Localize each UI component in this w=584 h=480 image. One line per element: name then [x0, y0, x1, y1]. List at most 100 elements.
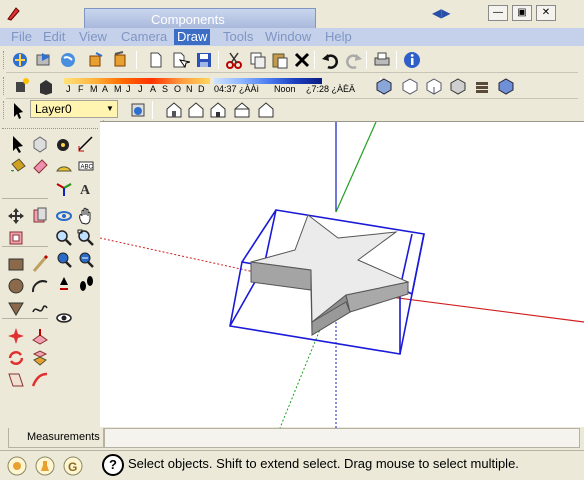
zoom-extents-icon[interactable]: [54, 250, 74, 270]
select-arrow-small-icon[interactable]: [8, 100, 28, 120]
components-panel-title[interactable]: Components: [84, 8, 316, 28]
3d-viewport[interactable]: [99, 121, 584, 429]
erase-icon[interactable]: [292, 50, 312, 70]
offset-icon[interactable]: [6, 228, 26, 248]
month-label: N: [186, 84, 193, 94]
month-label: O: [174, 84, 182, 94]
paint-bucket-icon[interactable]: [8, 156, 28, 176]
save-icon[interactable]: [194, 50, 214, 70]
line-tool-icon[interactable]: [30, 254, 50, 274]
window-nav-arrows[interactable]: ◀▶: [432, 6, 462, 22]
house-d-icon[interactable]: [256, 100, 276, 120]
push-pull-icon[interactable]: [30, 206, 50, 226]
model-canvas[interactable]: [99, 121, 584, 429]
iso-view-icon[interactable]: [374, 76, 394, 96]
look-around-icon[interactable]: [54, 308, 74, 328]
shadow-date-slider[interactable]: J F M A M J J A S O N D: [64, 78, 210, 98]
display-shadows-icon[interactable]: [36, 76, 56, 96]
geolocation-icon[interactable]: [6, 455, 28, 477]
menu-bar: File Edit View Camera Draw Tools Window …: [0, 28, 584, 46]
month-label: D: [198, 84, 205, 94]
undo-icon[interactable]: [320, 50, 340, 70]
menu-view[interactable]: View: [76, 29, 110, 45]
component-get-icon[interactable]: [86, 50, 106, 70]
help-icon[interactable]: ?: [102, 454, 124, 476]
menu-camera[interactable]: Camera: [118, 29, 170, 45]
walk-icon[interactable]: [76, 274, 96, 294]
follow-me-icon[interactable]: [30, 326, 50, 346]
orbit-icon[interactable]: [54, 206, 74, 226]
month-label: S: [162, 84, 169, 94]
star-extrusion[interactable]: [250, 214, 410, 336]
menu-help[interactable]: Help: [322, 29, 355, 45]
month-label: M: [90, 84, 98, 94]
panel-title-text: Components: [151, 12, 225, 27]
menu-file[interactable]: File: [8, 29, 35, 45]
previous-view-icon[interactable]: [76, 250, 96, 270]
position-camera-icon[interactable]: [54, 274, 74, 294]
layer-manager-icon[interactable]: [128, 100, 148, 120]
large-tool-set: ABC A: [0, 120, 104, 426]
circle-tool-icon[interactable]: [6, 276, 26, 296]
minimize-button[interactable]: —: [488, 5, 508, 21]
arc-tool-icon[interactable]: [30, 276, 50, 296]
menu-window[interactable]: Window: [262, 29, 314, 45]
component-share-icon[interactable]: [110, 50, 130, 70]
cut-icon[interactable]: [224, 50, 244, 70]
chevron-down-icon[interactable]: ▼: [104, 102, 116, 116]
3d-text-icon[interactable]: A: [76, 178, 96, 198]
share-model-icon[interactable]: [34, 50, 54, 70]
text-tool-icon[interactable]: ABC: [76, 156, 96, 176]
copy-icon[interactable]: [248, 50, 268, 70]
menu-tools[interactable]: Tools: [220, 29, 256, 45]
pan-hand-icon[interactable]: [76, 206, 96, 226]
right-view-icon[interactable]: [448, 76, 468, 96]
get-models-icon[interactable]: [10, 50, 30, 70]
layer-dropdown[interactable]: Layer0 ▼: [30, 100, 118, 118]
section-plane-icon[interactable]: [6, 370, 26, 390]
dimension-icon[interactable]: [76, 134, 96, 154]
front-view-icon[interactable]: [424, 76, 444, 96]
new-document-icon[interactable]: [146, 50, 166, 70]
model-info-icon[interactable]: [402, 50, 422, 70]
open-document-icon[interactable]: [170, 50, 190, 70]
menu-edit[interactable]: Edit: [40, 29, 68, 45]
warehouse-icon[interactable]: [164, 100, 184, 120]
move-tool-icon[interactable]: [6, 206, 26, 226]
svg-text:ABC: ABC: [81, 165, 94, 171]
account-icon[interactable]: G: [62, 455, 84, 477]
print-icon[interactable]: [372, 50, 392, 70]
house-c-icon[interactable]: [232, 100, 252, 120]
month-label: M: [114, 84, 122, 94]
axes-tool-icon[interactable]: [54, 178, 74, 198]
tape-measure-icon[interactable]: [54, 134, 74, 154]
zoom-icon[interactable]: [54, 228, 74, 248]
rotate-tool-icon[interactable]: [6, 326, 26, 346]
standard-toolbar: [0, 48, 584, 72]
shadow-settings-icon[interactable]: [12, 76, 32, 96]
restore-button[interactable]: ▣: [512, 5, 532, 21]
protractor-icon[interactable]: [54, 156, 74, 176]
intersect-icon[interactable]: [30, 348, 50, 368]
left-view-icon[interactable]: [496, 76, 516, 96]
sandbox-icon[interactable]: [30, 370, 50, 390]
measurements-input[interactable]: [104, 428, 580, 448]
google-earth-icon[interactable]: [58, 50, 78, 70]
zoom-window-icon[interactable]: [76, 228, 96, 248]
polygon-tool-icon[interactable]: [6, 298, 26, 318]
eraser-icon[interactable]: [30, 156, 50, 176]
scale-tool-icon[interactable]: [6, 348, 26, 368]
house-b-icon[interactable]: [208, 100, 228, 120]
freehand-tool-icon[interactable]: [30, 298, 50, 318]
make-component-icon[interactable]: [30, 134, 50, 154]
credits-icon[interactable]: [34, 455, 56, 477]
select-tool-icon[interactable]: [8, 134, 28, 154]
close-button[interactable]: ✕: [536, 5, 556, 21]
back-view-icon[interactable]: [472, 76, 492, 96]
rectangle-tool-icon[interactable]: [6, 254, 26, 274]
house-a-icon[interactable]: [186, 100, 206, 120]
redo-icon[interactable]: [344, 50, 364, 70]
menu-draw[interactable]: Draw: [174, 29, 211, 45]
top-view-icon[interactable]: [400, 76, 420, 96]
paste-icon[interactable]: [270, 50, 290, 70]
